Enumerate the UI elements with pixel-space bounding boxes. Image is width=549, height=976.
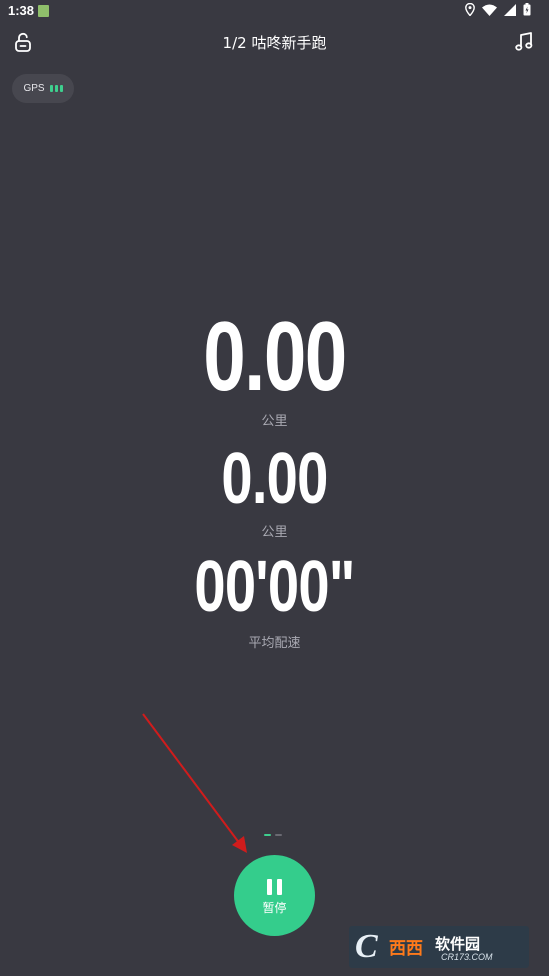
wifi-icon — [482, 4, 497, 16]
watermark-url: CR173.COM — [441, 952, 493, 962]
status-time: 1:38 — [8, 3, 35, 18]
running-screen: 1:38 1/2 咕咚新手跑 GPS 0.00 公里 0.00 公里 00'00… — [0, 0, 549, 976]
gps-signal-bar — [59, 85, 63, 92]
gps-signal-bar — [54, 85, 58, 92]
watermark-name: 软件园 — [435, 935, 481, 953]
music-button[interactable] — [513, 31, 535, 53]
page-dot-active — [264, 834, 271, 836]
gps-label: GPS — [23, 83, 45, 94]
music-note-icon — [515, 32, 533, 51]
page-title: 1/2 咕咚新手跑 — [222, 34, 327, 52]
watermark-logo: C 西西 软件园 CR173.COM — [349, 926, 529, 968]
status-icons — [465, 3, 531, 16]
distance-value: 0.00 — [203, 301, 347, 411]
gps-signal-bar — [49, 85, 53, 92]
average-pace-value: 00'00" — [194, 547, 355, 627]
gps-signal-icon — [49, 85, 63, 92]
gps-status: GPS — [12, 74, 74, 103]
app-notification-icon — [38, 5, 49, 17]
top-bar: 1/2 咕咚新手跑 — [0, 28, 549, 56]
location-icon — [465, 3, 475, 16]
status-bar: 1:38 — [0, 0, 549, 24]
pause-button[interactable]: 暂停 — [234, 855, 315, 936]
watermark-brand: 西西 — [389, 939, 423, 958]
secondary-distance-value: 0.00 — [221, 439, 328, 519]
pause-icon — [267, 879, 282, 895]
distance-unit: 公里 — [261, 414, 288, 429]
secondary-distance-unit: 公里 — [261, 525, 288, 540]
pause-label: 暂停 — [262, 901, 287, 915]
battery-icon — [523, 3, 531, 16]
page-dot — [275, 834, 282, 836]
watermark-letter: C — [355, 928, 378, 965]
signal-icon — [504, 3, 516, 16]
page-indicator — [264, 834, 282, 836]
average-pace-label: 平均配速 — [248, 636, 301, 651]
